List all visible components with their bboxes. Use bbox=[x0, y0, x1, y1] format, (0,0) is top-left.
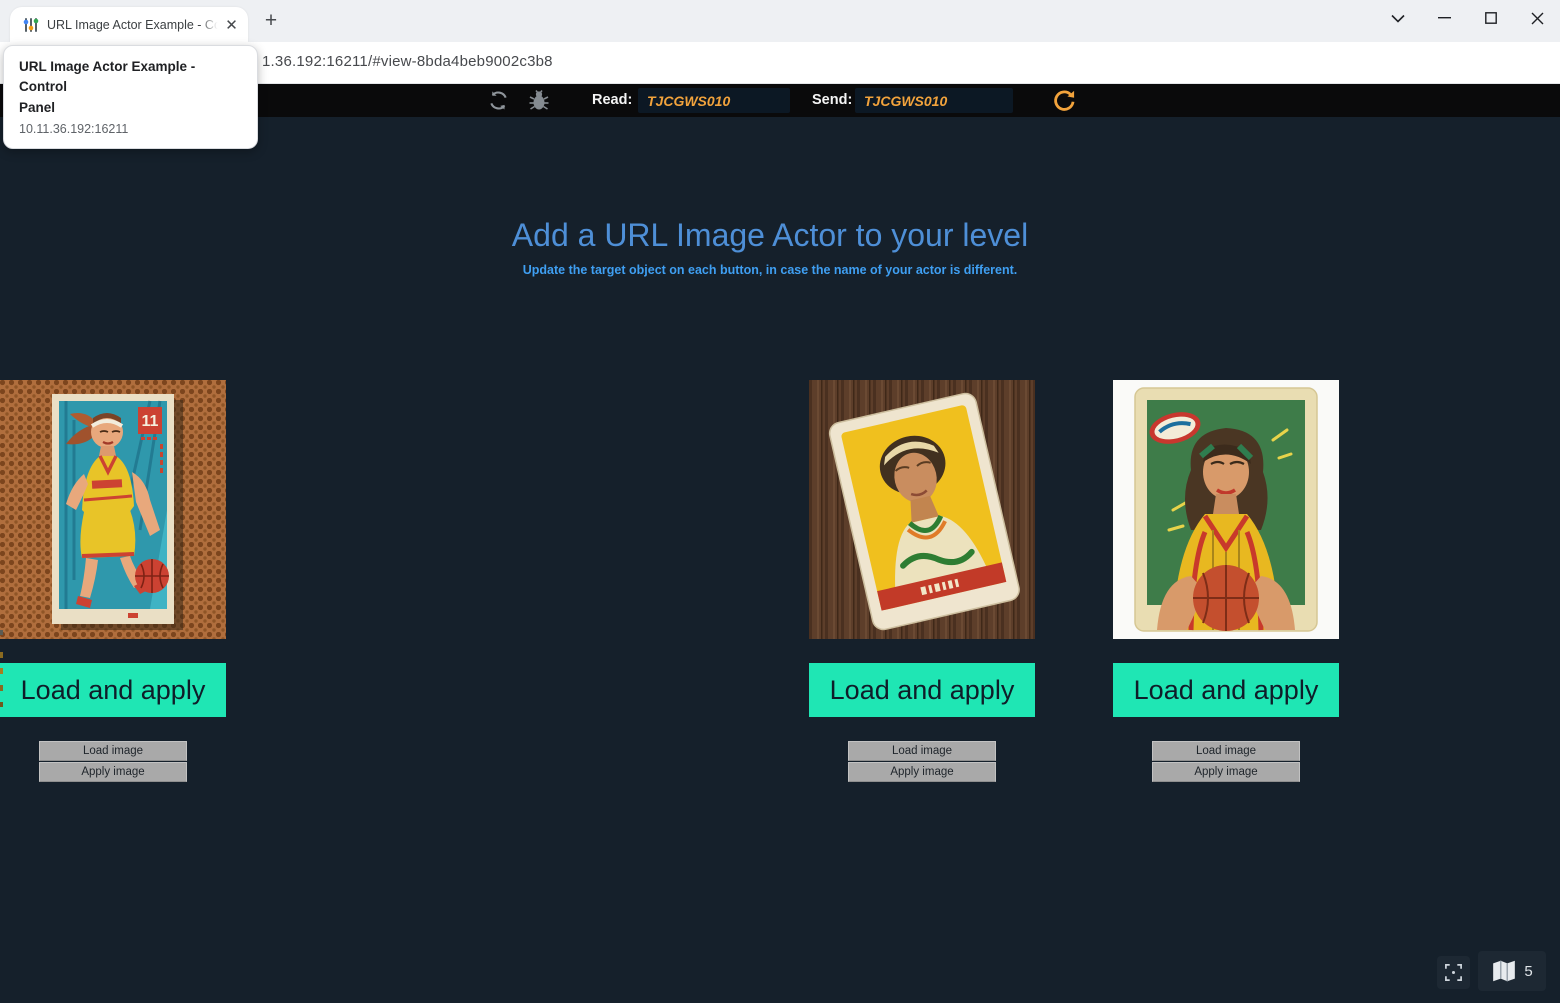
page-title: Add a URL Image Actor to your level bbox=[0, 217, 1540, 254]
sync-icon[interactable] bbox=[487, 89, 510, 117]
page-content: Add a URL Image Actor to your level Upda… bbox=[0, 117, 1560, 1003]
card-column-2: Load and apply Load image Apply image bbox=[1113, 380, 1339, 639]
tab-title: URL Image Actor Example - Cont bbox=[47, 18, 219, 32]
left-edge-artifact bbox=[0, 630, 3, 635]
map-views-button[interactable]: 5 bbox=[1478, 951, 1546, 991]
tab-hover-card: URL Image Actor Example - Control Panel … bbox=[3, 45, 258, 149]
hover-card-title-line2: Panel bbox=[19, 98, 242, 118]
page-subtitle: Update the target object on each button,… bbox=[0, 263, 1540, 277]
card-image-1 bbox=[809, 380, 1035, 639]
hover-card-title-line1: URL Image Actor Example - Control bbox=[19, 57, 242, 98]
new-tab-button[interactable]: + bbox=[260, 11, 282, 33]
read-input[interactable] bbox=[638, 88, 790, 113]
load-image-button-4[interactable]: Load image bbox=[39, 741, 187, 761]
card-image-4: 11 bbox=[0, 380, 226, 639]
load-and-apply-button-2[interactable]: Load and apply bbox=[1113, 663, 1339, 717]
favicon-sliders-icon bbox=[22, 16, 40, 34]
tab-search-chevron-icon[interactable] bbox=[1376, 0, 1420, 36]
read-label: Read: bbox=[592, 92, 632, 108]
card-column-1: Load and apply Load image Apply image bbox=[809, 380, 1035, 639]
map-view-count: 5 bbox=[1524, 963, 1532, 980]
window-close-button[interactable] bbox=[1515, 0, 1559, 36]
hover-card-address: 10.11.36.192:16211 bbox=[19, 122, 242, 136]
browser-tab[interactable]: URL Image Actor Example - Cont ✕ bbox=[10, 7, 248, 42]
window-maximize-button[interactable] bbox=[1469, 0, 1513, 36]
card-column-4: 11 Load and appl bbox=[0, 380, 226, 639]
load-image-button-1[interactable]: Load image bbox=[848, 741, 996, 761]
send-input[interactable] bbox=[855, 88, 1013, 113]
left-edge-artifact bbox=[0, 652, 3, 658]
load-and-apply-button-4[interactable]: Load and apply bbox=[0, 663, 226, 717]
apply-image-button-1[interactable]: Apply image bbox=[848, 762, 996, 782]
left-edge-artifact bbox=[0, 685, 3, 691]
card-image-2 bbox=[1113, 380, 1339, 639]
load-and-apply-button-1[interactable]: Load and apply bbox=[809, 663, 1035, 717]
tab-close-icon[interactable]: ✕ bbox=[223, 16, 240, 33]
card4-badge-number: 11 bbox=[142, 413, 159, 430]
load-image-button-2[interactable]: Load image bbox=[1152, 741, 1300, 761]
reload-values-icon[interactable] bbox=[1052, 88, 1077, 118]
apply-image-button-4[interactable]: Apply image bbox=[39, 762, 187, 782]
left-edge-artifact bbox=[0, 668, 3, 674]
center-view-button[interactable] bbox=[1437, 956, 1470, 989]
browser-tab-strip: URL Image Actor Example - Cont ✕ + bbox=[0, 0, 1560, 42]
left-edge-artifact bbox=[0, 702, 3, 707]
send-label: Send: bbox=[812, 92, 852, 108]
map-icon bbox=[1491, 959, 1517, 983]
tab-title-fade bbox=[200, 13, 222, 37]
url-text[interactable]: 1.36.192:16211/#view-8bda4beb9002c3b8 bbox=[262, 53, 553, 70]
debug-bug-icon[interactable] bbox=[527, 89, 551, 118]
window-minimize-button[interactable] bbox=[1422, 0, 1466, 36]
apply-image-button-2[interactable]: Apply image bbox=[1152, 762, 1300, 782]
